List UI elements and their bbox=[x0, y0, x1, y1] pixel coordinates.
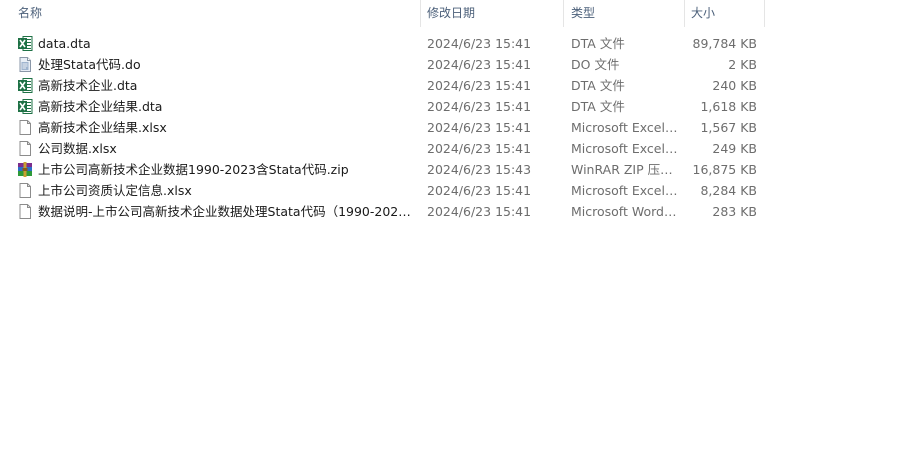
file-name-cell[interactable]: 公司数据.xlsx bbox=[17, 138, 417, 159]
file-row[interactable]: 上市公司高新技术企业数据1990-2023含Stata代码.zip 2024/6/… bbox=[0, 159, 765, 180]
file-explorer: 名称 ˆ 修改日期 类型 大小 data.dta 2024/6/23 15:41 D… bbox=[0, 0, 913, 452]
winrar-icon bbox=[18, 162, 32, 177]
file-name-cell[interactable]: 高新技术企业结果.dta bbox=[17, 96, 417, 117]
file-modified-date: 2024/6/23 15:41 bbox=[427, 183, 532, 198]
file-name-cell[interactable]: data.dta bbox=[17, 33, 417, 54]
file-type: Microsoft Word ... bbox=[571, 204, 679, 219]
excel-icon bbox=[18, 36, 33, 51]
file-modified-date: 2024/6/23 15:41 bbox=[427, 204, 532, 219]
blank-file-icon bbox=[19, 141, 31, 156]
column-divider[interactable] bbox=[764, 0, 765, 27]
column-divider[interactable] bbox=[563, 0, 564, 27]
file-row[interactable]: 高新技术企业.dta 2024/6/23 15:41 DTA 文件 240 KB bbox=[0, 75, 765, 96]
file-type: Microsoft Excel ... bbox=[571, 183, 679, 198]
file-size: 89,784 KB bbox=[692, 36, 757, 51]
sort-ascending-icon: ˆ bbox=[210, 0, 215, 6]
file-name-cell[interactable]: 上市公司资质认定信息.xlsx bbox=[17, 180, 417, 201]
file-type: DO 文件 bbox=[571, 57, 620, 72]
file-list: data.dta 2024/6/23 15:41 DTA 文件 89,784 KB 处… bbox=[0, 33, 765, 222]
file-modified-date: 2024/6/23 15:43 bbox=[427, 162, 532, 177]
column-header-date-label: 修改日期 bbox=[427, 6, 476, 20]
file-name: 高新技术企业.dta bbox=[38, 78, 138, 93]
column-header-name-label: 名称 bbox=[18, 6, 43, 20]
column-header-bar: 名称 ˆ 修改日期 类型 大小 bbox=[0, 0, 765, 27]
file-size: 1,567 KB bbox=[700, 120, 757, 135]
blank-file-icon bbox=[19, 120, 31, 135]
file-name: 处理Stata代码.do bbox=[38, 57, 141, 72]
file-modified-date: 2024/6/23 15:41 bbox=[427, 99, 532, 114]
file-size: 283 KB bbox=[712, 204, 757, 219]
file-name: 高新技术企业结果.xlsx bbox=[38, 120, 167, 135]
excel-icon bbox=[18, 78, 33, 93]
file-modified-date: 2024/6/23 15:41 bbox=[427, 141, 532, 156]
file-name-cell[interactable]: 数据说明-上市公司高新技术企业数据处理Stata代码（1990-2023）...… bbox=[17, 201, 417, 222]
file-name-cell[interactable]: 高新技术企业.dta bbox=[17, 75, 417, 96]
file-row[interactable]: 上市公司资质认定信息.xlsx 2024/6/23 15:41 Microsoft … bbox=[0, 180, 765, 201]
blank-file-icon bbox=[19, 204, 31, 219]
file-row[interactable]: 公司数据.xlsx 2024/6/23 15:41 Microsoft Excel … bbox=[0, 138, 765, 159]
file-name: 数据说明-上市公司高新技术企业数据处理Stata代码（1990-2023）...… bbox=[38, 204, 412, 219]
column-header-size[interactable]: 大小 bbox=[685, 0, 763, 27]
file-modified-date: 2024/6/23 15:41 bbox=[427, 120, 532, 135]
file-size: 1,618 KB bbox=[700, 99, 757, 114]
blank-file-icon bbox=[19, 183, 31, 198]
file-row[interactable]: 数据说明-上市公司高新技术企业数据处理Stata代码（1990-2023）...… bbox=[0, 201, 765, 222]
file-type: Microsoft Excel ... bbox=[571, 120, 679, 135]
file-modified-date: 2024/6/23 15:41 bbox=[427, 36, 532, 51]
file-size: 16,875 KB bbox=[692, 162, 757, 177]
column-header-type-label: 类型 bbox=[571, 6, 596, 20]
file-name-cell[interactable]: 处理Stata代码.do bbox=[17, 54, 417, 75]
file-name-cell[interactable]: 上市公司高新技术企业数据1990-2023含Stata代码.zip bbox=[17, 159, 417, 180]
file-type: Microsoft Excel ... bbox=[571, 141, 679, 156]
file-type: DTA 文件 bbox=[571, 78, 625, 93]
file-type: DTA 文件 bbox=[571, 36, 625, 51]
file-name-cell[interactable]: 高新技术企业结果.xlsx bbox=[17, 117, 417, 138]
do-file-icon bbox=[19, 57, 31, 72]
column-header-type[interactable]: 类型 bbox=[565, 0, 683, 27]
file-name: 上市公司高新技术企业数据1990-2023含Stata代码.zip bbox=[38, 162, 349, 177]
file-name: 上市公司资质认定信息.xlsx bbox=[38, 183, 192, 198]
file-size: 8,284 KB bbox=[700, 183, 757, 198]
file-row[interactable]: 高新技术企业结果.xlsx 2024/6/23 15:41 Microsoft Ex… bbox=[0, 117, 765, 138]
file-modified-date: 2024/6/23 15:41 bbox=[427, 78, 532, 93]
column-header-size-label: 大小 bbox=[691, 6, 716, 20]
file-row[interactable]: 高新技术企业结果.dta 2024/6/23 15:41 DTA 文件 1,618 K… bbox=[0, 96, 765, 117]
file-modified-date: 2024/6/23 15:41 bbox=[427, 57, 532, 72]
file-name: 高新技术企业结果.dta bbox=[38, 99, 163, 114]
file-size: 249 KB bbox=[712, 141, 757, 156]
file-type: WinRAR ZIP 压缩... bbox=[571, 162, 679, 177]
file-row[interactable]: data.dta 2024/6/23 15:41 DTA 文件 89,784 KB bbox=[0, 33, 765, 54]
file-name: 公司数据.xlsx bbox=[38, 141, 117, 156]
file-name: data.dta bbox=[38, 36, 91, 51]
file-row[interactable]: 处理Stata代码.do 2024/6/23 15:41 DO 文件 2 KB bbox=[0, 54, 765, 75]
file-size: 240 KB bbox=[712, 78, 757, 93]
file-type: DTA 文件 bbox=[571, 99, 625, 114]
file-size: 2 KB bbox=[728, 57, 757, 72]
excel-icon bbox=[18, 99, 33, 114]
column-header-date[interactable]: 修改日期 bbox=[421, 0, 563, 27]
